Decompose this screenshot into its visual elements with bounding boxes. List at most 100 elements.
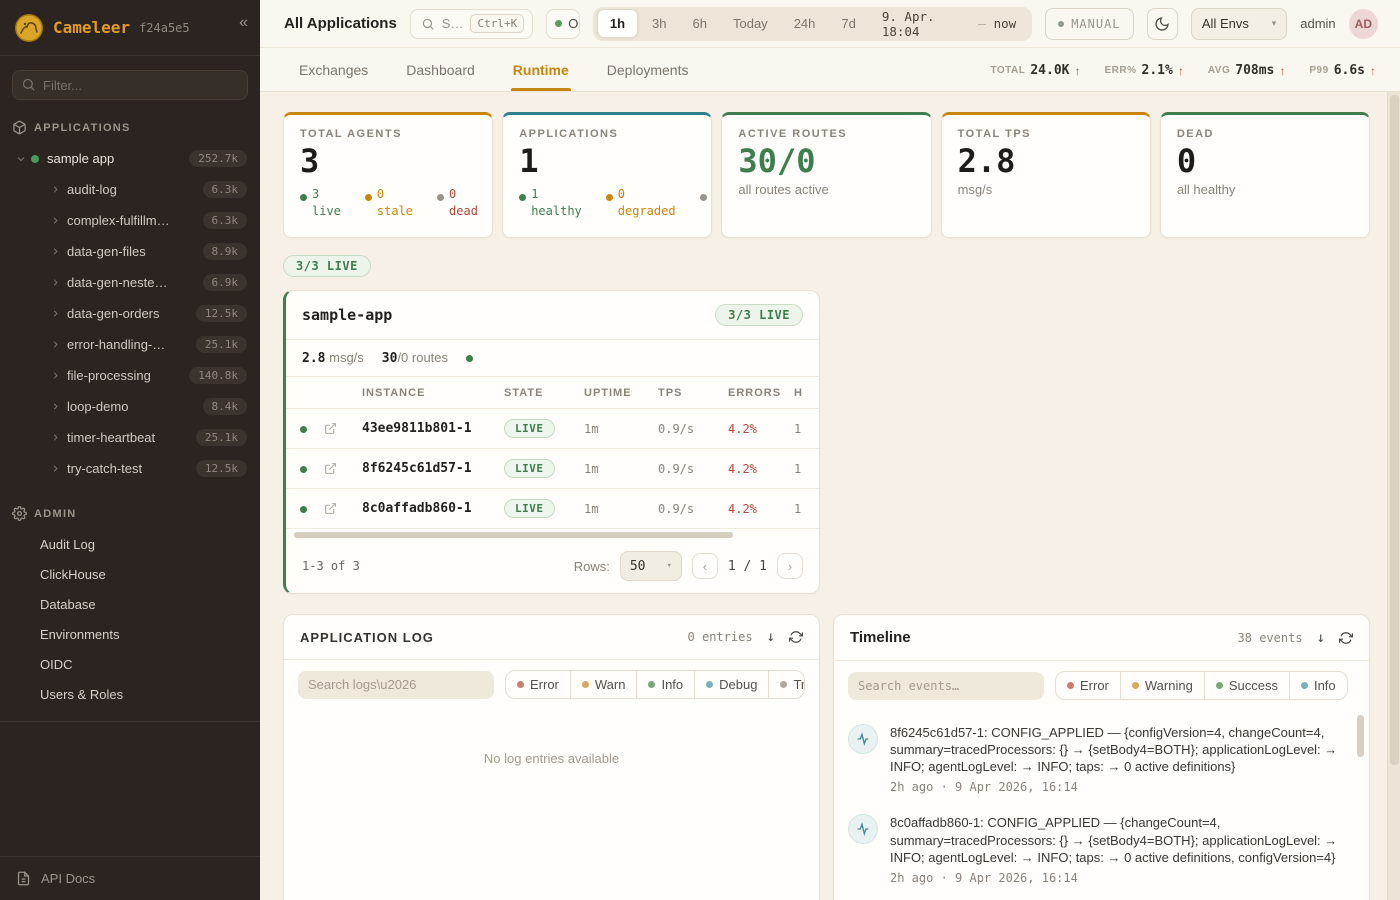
filter-warning[interactable]: Warning xyxy=(1120,672,1204,699)
sidebar-item-audit-log-admin[interactable]: Audit Log xyxy=(0,529,260,559)
list-item[interactable]: 8f6245c61d57-1: CONFIG_APPLIED — {config… xyxy=(848,714,1351,804)
prev-page-button[interactable]: ‹ xyxy=(692,553,718,579)
tab-exchanges[interactable]: Exchanges xyxy=(297,51,370,91)
kpi-p99: P996.6s↑ xyxy=(1309,63,1376,78)
sidebar-item-environments[interactable]: Environments xyxy=(0,619,260,649)
pagination-range: 1-3 of 3 xyxy=(302,559,360,573)
table-row[interactable]: 8f6245c61d57-1 LIVE 1m 0.9/s 4.2% 1 xyxy=(286,449,819,489)
scroll-down-icon[interactable]: ↓ xyxy=(1317,630,1325,646)
filter-error[interactable]: Error xyxy=(1056,672,1120,699)
kpi-total: TOTAL24.0K↑ xyxy=(990,63,1080,78)
online-status-chip[interactable]: O xyxy=(546,9,580,39)
tab-runtime[interactable]: Runtime xyxy=(511,51,571,91)
sidebar-item-oidc[interactable]: OIDC xyxy=(0,649,260,679)
avatar[interactable]: AD xyxy=(1349,9,1378,39)
scrollbar-thumb[interactable] xyxy=(1390,95,1399,765)
sidebar-item-sample-app[interactable]: sample app 252.7k xyxy=(0,143,260,174)
api-docs-label: API Docs xyxy=(41,871,95,886)
scroll-down-icon[interactable]: ↓ xyxy=(767,629,775,645)
filter-info[interactable]: Info xyxy=(1289,672,1347,699)
chevron-right-icon xyxy=(47,401,63,412)
keyboard-shortcut: Ctrl+K xyxy=(470,14,524,33)
level-dot xyxy=(582,681,589,688)
external-link-icon[interactable] xyxy=(324,422,354,435)
gear-icon xyxy=(12,506,27,521)
page-scrollbar[interactable] xyxy=(1387,92,1400,900)
api-docs-link[interactable]: API Docs xyxy=(0,856,260,900)
rows-per-page-select[interactable]: 50 ▾ xyxy=(620,551,682,581)
sidebar-item-data-gen-files[interactable]: data-gen-files8.9k xyxy=(0,236,260,267)
time-range-today[interactable]: Today xyxy=(721,10,780,37)
online-label: O xyxy=(568,16,578,31)
admin-section-header: ADMIN xyxy=(12,506,248,521)
external-link-icon[interactable] xyxy=(324,502,354,515)
tab-dashboard[interactable]: Dashboard xyxy=(404,51,477,91)
sidebar-item-data-gen-orders[interactable]: data-gen-orders12.5k xyxy=(0,298,260,329)
filter-error[interactable]: Error xyxy=(506,671,570,698)
sidebar-item-complex-fulfillm[interactable]: complex-fulfillm…6.3k xyxy=(0,205,260,236)
admin-section-label: ADMIN xyxy=(34,508,77,520)
filter-success[interactable]: Success xyxy=(1204,672,1289,699)
sidebar-collapse-button[interactable]: « xyxy=(239,14,248,32)
level-dot xyxy=(1301,682,1308,689)
list-item[interactable]: 8c0affadb860-1: CONFIG_APPLIED — {change… xyxy=(848,804,1351,894)
log-search-input[interactable] xyxy=(298,671,494,699)
filter-warn[interactable]: Warn xyxy=(570,671,637,698)
sidebar-item-audit-log[interactable]: audit-log6.3k xyxy=(0,174,260,205)
scrollbar-thumb[interactable] xyxy=(294,532,733,538)
scrollbar-thumb[interactable] xyxy=(1357,715,1364,757)
sidebar-filter-input[interactable] xyxy=(12,70,248,100)
manual-mode-button[interactable]: MANUAL xyxy=(1045,8,1133,40)
refresh-icon[interactable] xyxy=(789,630,803,644)
time-range-control: 1h 3h 6h Today 24h 7d 9. Apr. 18:04 — no… xyxy=(593,7,1032,41)
status-dot xyxy=(437,194,444,201)
list-item[interactable]: 43ee9811b801-1: CONFIG_APPLIED — {change… xyxy=(848,895,1351,900)
sidebar-item-database[interactable]: Database xyxy=(0,589,260,619)
trend-up-icon: ↑ xyxy=(1178,64,1184,78)
tab-deployments[interactable]: Deployments xyxy=(605,51,691,91)
filter-info[interactable]: Info xyxy=(636,671,694,698)
sidebar-item-try-catch-test[interactable]: try-catch-test12.5k xyxy=(0,453,260,484)
app-status-chip: 3/3 LIVE xyxy=(715,304,803,326)
count-badge: 8.4k xyxy=(203,398,248,415)
timeline-search-input[interactable] xyxy=(848,672,1044,700)
level-dot xyxy=(1216,682,1223,689)
stat-card-active-routes: ACTIVE ROUTES 30/0 all routes active xyxy=(721,112,931,238)
time-range-1h[interactable]: 1h xyxy=(597,9,638,38)
chevron-right-icon xyxy=(47,463,63,474)
filter-trace[interactable]: Trace xyxy=(768,671,805,698)
chevron-right-icon xyxy=(47,308,63,319)
page-title: All Applications xyxy=(284,15,397,32)
sidebar: Cameleer f24a5e5 « APPLICATIONS sample a… xyxy=(0,0,260,900)
theme-toggle-button[interactable] xyxy=(1147,8,1178,40)
global-search-button[interactable]: S… Ctrl+K xyxy=(410,9,533,39)
horizontal-scrollbar[interactable] xyxy=(294,532,811,540)
chevron-down-icon: ▾ xyxy=(1272,18,1277,29)
filter-debug[interactable]: Debug xyxy=(694,671,768,698)
sidebar-item-data-gen-neste[interactable]: data-gen-neste…6.9k xyxy=(0,267,260,298)
time-range-7d[interactable]: 7d xyxy=(829,10,867,37)
sidebar-item-error-handling[interactable]: error-handling-…25.1k xyxy=(0,329,260,360)
table-row[interactable]: 43ee9811b801-1 LIVE 1m 0.9/s 4.2% 1 xyxy=(286,409,819,449)
range-start: 9. Apr. 18:04 xyxy=(882,9,970,39)
next-page-button[interactable]: › xyxy=(777,553,803,579)
date-range-display[interactable]: 9. Apr. 18:04 — now xyxy=(870,9,1028,39)
count-badge: 8.9k xyxy=(203,243,248,260)
external-link-icon[interactable] xyxy=(324,462,354,475)
sidebar-item-clickhouse[interactable]: ClickHouse xyxy=(0,559,260,589)
sidebar-item-users-roles[interactable]: Users & Roles xyxy=(0,679,260,709)
sidebar-item-loop-demo[interactable]: loop-demo8.4k xyxy=(0,391,260,422)
table-row[interactable]: 8c0affadb860-1 LIVE 1m 0.9/s 4.2% 1 xyxy=(286,489,819,529)
range-end: now xyxy=(994,16,1017,31)
sidebar-item-timer-heartbeat[interactable]: timer-heartbeat25.1k xyxy=(0,422,260,453)
live-summary-chip: 3/3 LIVE xyxy=(283,255,371,277)
sidebar-item-file-processing[interactable]: file-processing140.8k xyxy=(0,360,260,391)
time-range-3h[interactable]: 3h xyxy=(640,10,678,37)
environment-select[interactable]: All Envs ▾ xyxy=(1191,8,1287,40)
time-range-6h[interactable]: 6h xyxy=(681,10,719,37)
content-area: TOTAL AGENTS 3 3live 0stale 0dead APPLIC… xyxy=(260,92,1400,900)
level-dot xyxy=(1067,682,1074,689)
time-range-24h[interactable]: 24h xyxy=(782,10,828,37)
refresh-icon[interactable] xyxy=(1339,631,1353,645)
level-dot xyxy=(706,681,713,688)
